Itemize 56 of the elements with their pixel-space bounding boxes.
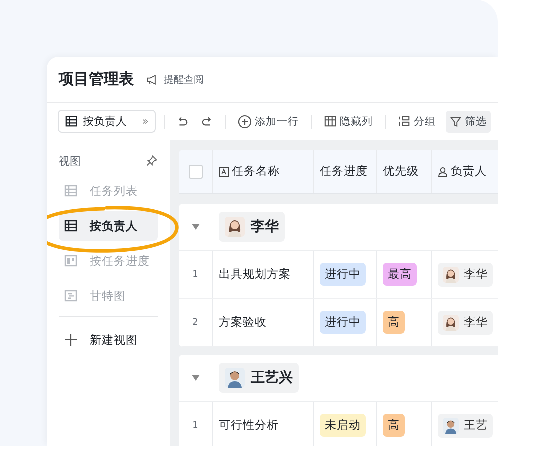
select-all-checkbox[interactable] bbox=[188, 164, 202, 178]
person-icon bbox=[438, 166, 448, 176]
plus-icon bbox=[64, 333, 78, 347]
group-owner-tag: 李华 bbox=[219, 212, 285, 242]
plus-circle-icon bbox=[238, 114, 252, 128]
views-heading: 视图 bbox=[59, 154, 81, 168]
column-header[interactable]: 优先级 bbox=[377, 150, 432, 193]
text-field-icon bbox=[219, 166, 229, 176]
priority-tag: 高 bbox=[383, 414, 405, 437]
avatar-icon bbox=[443, 418, 459, 434]
table-icon bbox=[64, 219, 78, 233]
collapse-caret-icon[interactable] bbox=[191, 374, 201, 382]
add-button[interactable]: 添加一行 bbox=[234, 110, 303, 132]
priority-tag: 高 bbox=[383, 311, 405, 334]
group-icon bbox=[398, 115, 411, 128]
megaphone-icon[interactable] bbox=[146, 74, 158, 86]
table-icon bbox=[64, 184, 78, 198]
table-cell: 方案验收 bbox=[219, 315, 267, 330]
filter-icon bbox=[450, 116, 462, 128]
group-owner-tag: 王艺兴 bbox=[219, 363, 299, 393]
new-view-button[interactable]: 新建视图 bbox=[59, 325, 158, 355]
gantt-icon bbox=[64, 289, 78, 303]
undo-icon[interactable] bbox=[176, 115, 189, 128]
group-button[interactable]: 分组 bbox=[394, 110, 440, 132]
status-tag: 进行中 bbox=[320, 311, 366, 334]
redo-icon[interactable] bbox=[201, 115, 214, 128]
pin-icon[interactable] bbox=[146, 155, 158, 167]
owner-tag: 李华 bbox=[438, 310, 493, 334]
filter-button[interactable]: 筛选 bbox=[446, 110, 491, 132]
avatar-icon bbox=[225, 217, 245, 237]
priority-tag: 最高 bbox=[383, 263, 417, 286]
row-number: 1 bbox=[192, 270, 198, 280]
avatar-icon bbox=[443, 314, 459, 330]
status-tag: 未启动 bbox=[320, 414, 366, 437]
avatar-icon bbox=[443, 266, 459, 282]
view-selector[interactable]: 按负责人 » bbox=[58, 110, 156, 133]
table-cell: 出具规划方案 bbox=[219, 267, 291, 282]
collapse-caret-icon[interactable] bbox=[191, 223, 201, 231]
table-title: 项目管理表 bbox=[59, 70, 134, 89]
avatar-icon bbox=[225, 368, 245, 388]
remind-link[interactable]: 提醒查阅 bbox=[164, 72, 204, 86]
column-header[interactable]: 任务名称 bbox=[213, 150, 314, 193]
table-cell: 可行性分析 bbox=[219, 418, 279, 433]
kanban-icon bbox=[64, 254, 78, 268]
columns-icon bbox=[324, 115, 337, 128]
view-item[interactable]: 按负责人 bbox=[59, 211, 158, 241]
row-number: 1 bbox=[192, 420, 198, 430]
hide-button[interactable]: 隐藏列 bbox=[320, 110, 377, 132]
expand-icon[interactable]: » bbox=[142, 115, 149, 128]
table-icon bbox=[65, 115, 78, 128]
status-tag: 进行中 bbox=[320, 263, 366, 286]
column-header[interactable]: 任务进度 bbox=[314, 150, 377, 193]
owner-tag: 李华 bbox=[438, 262, 493, 286]
owner-tag: 王艺 bbox=[438, 414, 493, 438]
row-number: 2 bbox=[192, 318, 198, 328]
column-header[interactable]: 负责人 bbox=[432, 150, 498, 193]
